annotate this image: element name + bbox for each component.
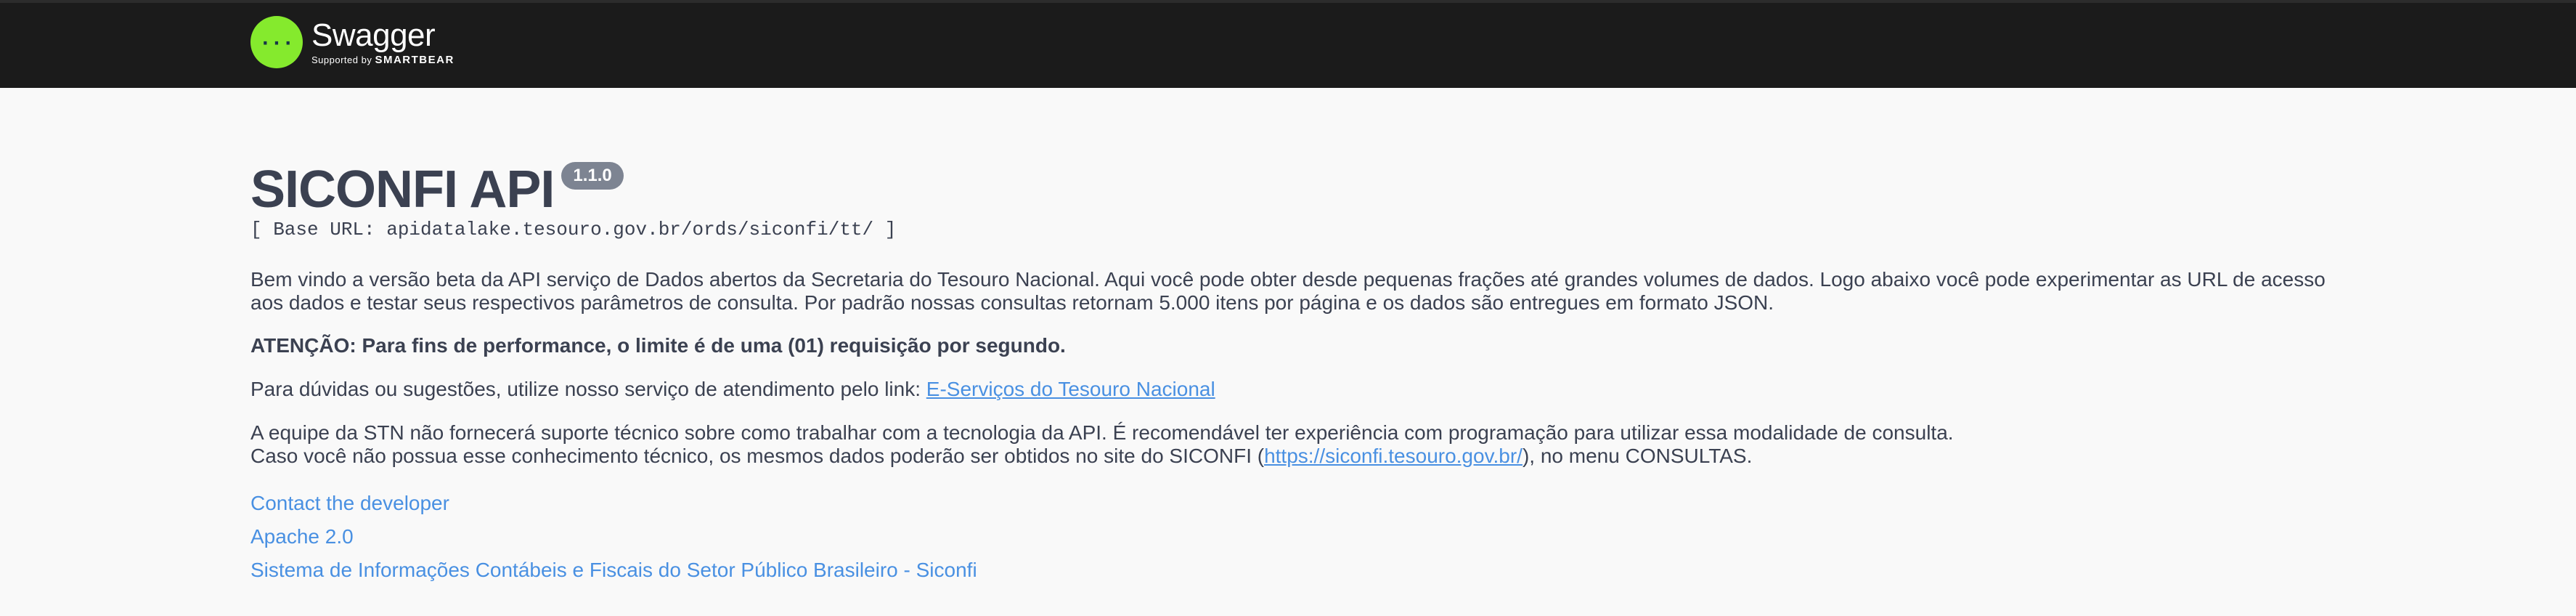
disclaimer-line-2-after: ), no menu CONSULTAS. xyxy=(1522,445,1753,467)
support-link[interactable]: E-Serviços do Tesouro Nacional xyxy=(926,378,1215,400)
license-link[interactable]: Apache 2.0 xyxy=(250,525,354,548)
version-badge: 1.1.0 xyxy=(561,162,624,190)
top-bar: {···} Swagger Supported by SMARTBEAR xyxy=(0,0,2576,88)
disclaimer-line-2: Caso você não possua esse conhecimento t… xyxy=(250,445,2327,468)
page-title: SICONFI API xyxy=(250,161,555,219)
title-row: SICONFI API 1.1.0 xyxy=(250,161,624,219)
swagger-logo-icon: {···} xyxy=(250,16,303,68)
description-paragraph: Bem vindo a versão beta da API serviço d… xyxy=(250,268,2326,314)
attention-note: ATENÇÃO: Para fins de performance, o lim… xyxy=(250,334,1066,357)
logo-sub-brand: SMARTBEAR xyxy=(375,54,455,66)
svg-text:{···}: {···} xyxy=(258,33,295,54)
support-text: Para dúvidas ou sugestões, utilize nosso… xyxy=(250,378,926,400)
base-url: [ Base URL: apidatalake.tesouro.gov.br/o… xyxy=(250,219,897,240)
swagger-logo[interactable]: {···} Swagger Supported by SMARTBEAR xyxy=(250,16,455,68)
contact-developer-link[interactable]: Contact the developer xyxy=(250,492,449,515)
siconfi-site-link[interactable]: https://siconfi.tesouro.gov.br/ xyxy=(1264,445,1523,467)
braces-icon: {···} xyxy=(258,33,295,54)
logo-name: Swagger xyxy=(311,17,436,53)
disclaimer-paragraph: A equipe da STN não fornecerá suporte té… xyxy=(250,421,2327,468)
disclaimer-line-1: A equipe da STN não fornecerá suporte té… xyxy=(250,421,1954,444)
external-docs-link[interactable]: Sistema de Informações Contábeis e Fisca… xyxy=(250,559,977,582)
logo-sub-prefix: Supported by xyxy=(311,54,372,65)
support-paragraph: Para dúvidas ou sugestões, utilize nosso… xyxy=(250,378,2327,401)
logo-subtitle: Supported by SMARTBEAR xyxy=(311,54,455,66)
disclaimer-line-2-before: Caso você não possua esse conhecimento t… xyxy=(250,445,1265,467)
swagger-logo-text: Swagger Supported by SMARTBEAR xyxy=(311,18,455,66)
